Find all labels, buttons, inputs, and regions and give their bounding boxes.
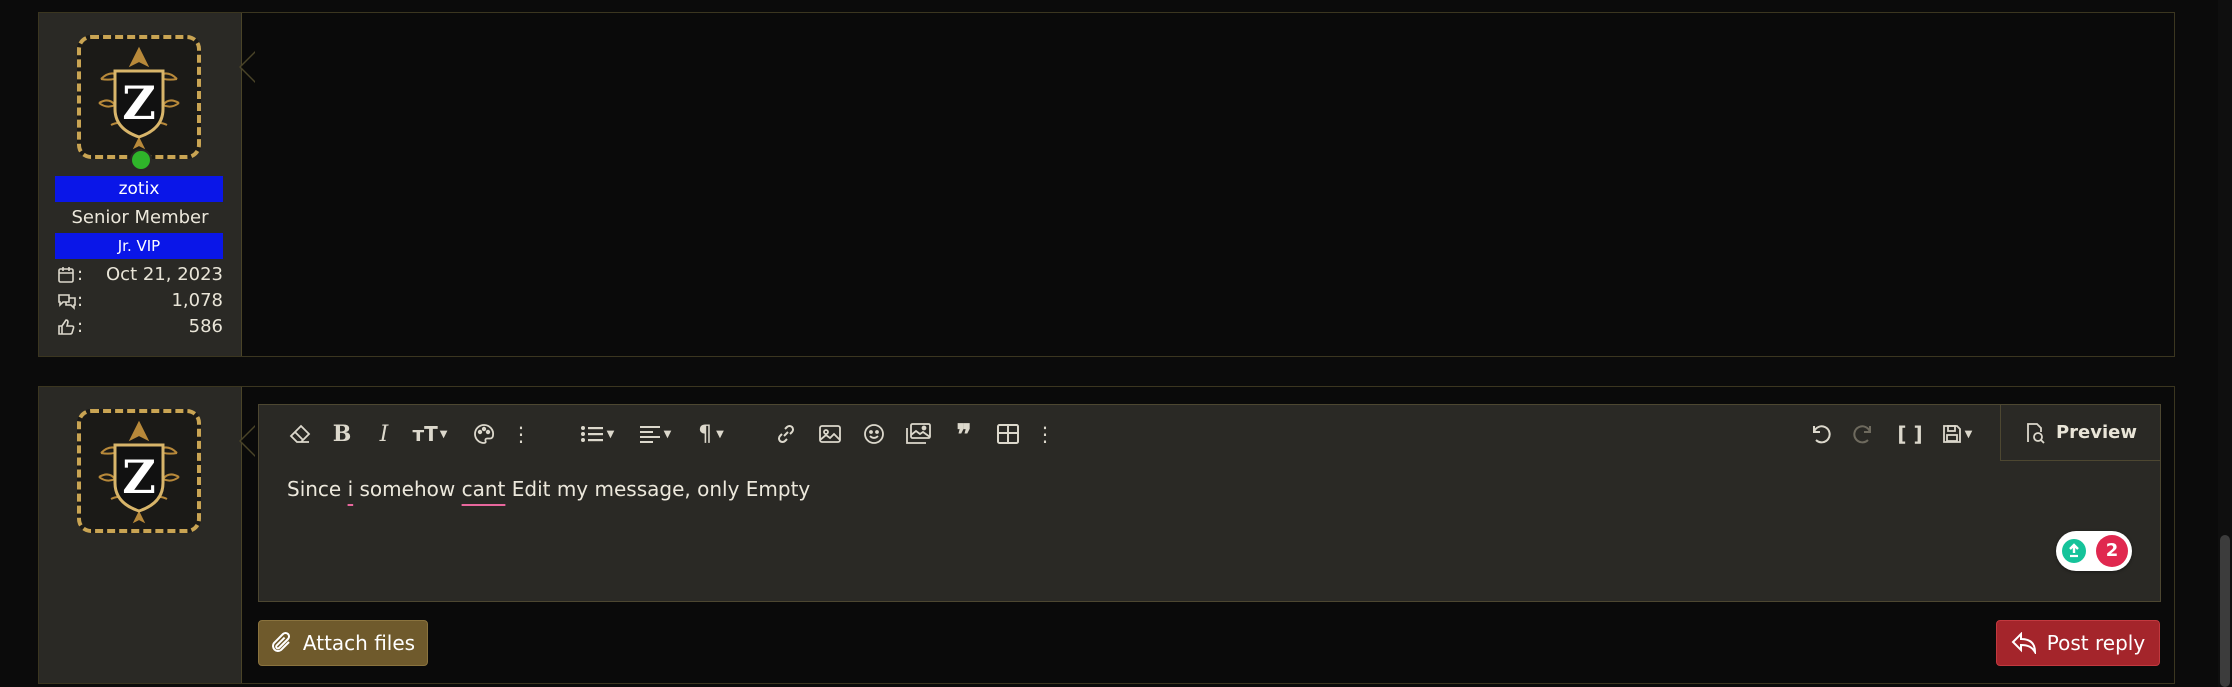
undo-icon[interactable] bbox=[1805, 419, 1835, 449]
user-sidebar: Z zotix Senior Member Jr. VIP : Oct 21, … bbox=[39, 13, 242, 356]
stat-messages: : 1,078 bbox=[57, 289, 223, 313]
grammarly-icon bbox=[2062, 539, 2086, 563]
preview-label: Preview bbox=[2055, 422, 2138, 443]
post-reply-label: Post reply bbox=[2046, 631, 2146, 655]
svg-text:Z: Z bbox=[122, 76, 156, 130]
paperclip-icon bbox=[271, 631, 290, 652]
joined-date: Oct 21, 2023 bbox=[106, 264, 223, 285]
paragraph-icon[interactable]: ¶ ▼ bbox=[689, 419, 733, 449]
attach-files-button[interactable]: Attach files bbox=[258, 620, 428, 666]
align-icon[interactable]: ▼ bbox=[633, 419, 677, 449]
text-size-icon[interactable]: тT ▼ bbox=[407, 419, 453, 449]
grammarly-widget[interactable]: 2 bbox=[2056, 531, 2132, 571]
quick-reply-form: Z B I тT ▼ ⋮ ▼ ▼ ¶ ▼ ❞ ⋮ [] ▼ Preview S… bbox=[38, 386, 2175, 684]
rich-text-editor[interactable]: B I тT ▼ ⋮ ▼ ▼ ¶ ▼ ❞ ⋮ [] ▼ Preview Sin… bbox=[258, 404, 2161, 602]
user-avatar[interactable]: Z bbox=[77, 35, 201, 159]
user-badge: Jr. VIP bbox=[55, 233, 223, 259]
preview-button[interactable]: Preview bbox=[2000, 405, 2160, 461]
editor-toolbar: B I тT ▼ ⋮ ▼ ▼ ¶ ▼ ❞ ⋮ [] ▼ Preview bbox=[259, 405, 2160, 461]
media-icon[interactable] bbox=[903, 419, 933, 449]
messages-icon bbox=[57, 292, 77, 310]
message-post: Z zotix Senior Member Jr. VIP : Oct 21, … bbox=[38, 12, 2175, 357]
redo-icon bbox=[1849, 419, 1879, 449]
reply-user-avatar[interactable]: Z bbox=[77, 409, 201, 533]
list-icon[interactable]: ▼ bbox=[575, 419, 619, 449]
calendar-icon bbox=[57, 266, 77, 284]
palette-icon[interactable] bbox=[469, 419, 499, 449]
reaction-score: 586 bbox=[188, 316, 223, 337]
bold-icon[interactable]: B bbox=[327, 419, 357, 449]
editor-content[interactable]: Since i somehow cant Edit my message, on… bbox=[287, 477, 810, 501]
page-scrollbar[interactable] bbox=[2218, 0, 2232, 687]
stat-joined: : Oct 21, 2023 bbox=[57, 263, 223, 287]
scrollbar-thumb[interactable] bbox=[2220, 535, 2230, 687]
table-icon[interactable] bbox=[993, 419, 1023, 449]
thumbs-up-icon bbox=[57, 318, 77, 336]
attach-files-label: Attach files bbox=[302, 631, 416, 655]
user-title: Senior Member bbox=[71, 207, 209, 228]
grammarly-issue-count: 2 bbox=[2096, 535, 2128, 567]
quote-icon[interactable]: ❞ bbox=[949, 418, 979, 451]
brackets-icon[interactable]: [ ] bbox=[1895, 419, 1925, 449]
username-banner[interactable]: zotix bbox=[55, 176, 223, 202]
svg-text:Z: Z bbox=[122, 450, 156, 504]
spelling-error-word[interactable]: cant bbox=[462, 477, 506, 501]
link-icon[interactable] bbox=[771, 419, 801, 449]
online-status-icon bbox=[130, 149, 152, 171]
messages-count: 1,078 bbox=[171, 290, 223, 311]
image-icon[interactable] bbox=[815, 419, 845, 449]
more-vertical-icon[interactable]: ⋮ bbox=[1035, 419, 1055, 449]
preview-icon bbox=[2027, 422, 2045, 444]
more-vertical-icon[interactable]: ⋮ bbox=[511, 419, 531, 449]
reply-user-sidebar: Z bbox=[39, 387, 242, 683]
post-reply-button[interactable]: Post reply bbox=[1996, 620, 2160, 666]
stat-reactions: : 586 bbox=[57, 315, 223, 339]
save-draft-icon[interactable]: ▼ bbox=[1935, 419, 1979, 449]
reply-icon bbox=[2011, 632, 2036, 654]
italic-icon[interactable]: I bbox=[369, 419, 399, 449]
eraser-icon[interactable] bbox=[285, 419, 315, 449]
smile-icon[interactable] bbox=[859, 419, 889, 449]
